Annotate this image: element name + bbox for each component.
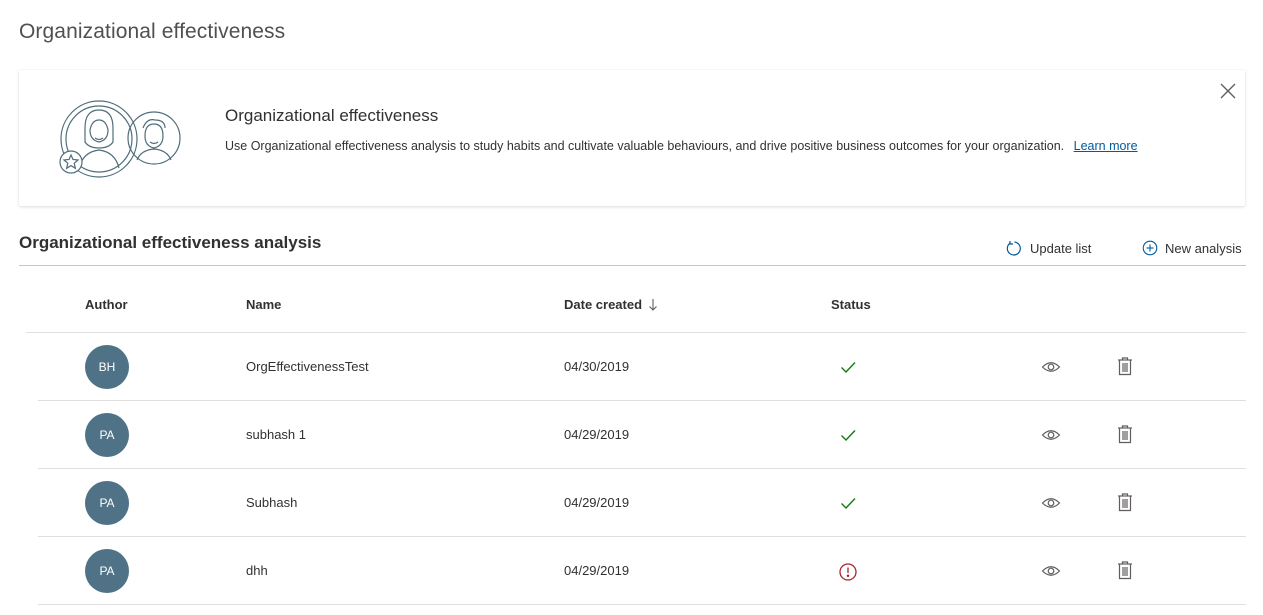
add-circle-icon <box>1142 240 1158 256</box>
row-date: 04/29/2019 <box>564 563 630 578</box>
avatar: BH <box>85 345 129 389</box>
status-indicator <box>838 357 858 377</box>
status-indicator <box>838 425 858 445</box>
row-name[interactable]: Subhash <box>246 495 297 510</box>
status-indicator <box>838 561 858 581</box>
error-icon <box>839 563 857 581</box>
delete-button[interactable] <box>1116 424 1134 444</box>
trash-icon <box>1118 561 1132 580</box>
section-title: Organizational effectiveness analysis <box>19 233 322 252</box>
update-list-label: Update list <box>1030 240 1092 256</box>
row-name[interactable]: subhash 1 <box>246 427 306 442</box>
eye-icon <box>1041 430 1061 440</box>
new-analysis-label: New analysis <box>1165 240 1242 256</box>
section-divider <box>19 265 1246 266</box>
row-date: 04/30/2019 <box>564 359 630 374</box>
view-button[interactable] <box>1041 426 1061 444</box>
table-row[interactable]: BH OrgEffectivenessTest 04/30/2019 <box>38 333 1246 401</box>
row-divider <box>38 604 1246 605</box>
info-banner: Organizational effectiveness Use Organiz… <box>19 70 1245 206</box>
view-button[interactable] <box>1041 494 1061 512</box>
delete-button[interactable] <box>1116 492 1134 512</box>
column-header-date-label: Date created <box>564 297 643 312</box>
close-banner-button[interactable] <box>1217 80 1239 102</box>
row-name[interactable]: dhh <box>246 563 268 578</box>
column-header-name[interactable]: Name <box>246 297 281 312</box>
learn-more-link[interactable]: Learn more <box>1074 139 1138 153</box>
trash-icon <box>1118 493 1132 512</box>
eye-icon <box>1041 362 1061 372</box>
checkmark-icon <box>841 430 856 442</box>
column-header-author[interactable]: Author <box>85 297 128 312</box>
checkmark-icon <box>841 498 856 510</box>
eye-icon <box>1041 566 1061 576</box>
view-button[interactable] <box>1041 358 1061 376</box>
row-date: 04/29/2019 <box>564 495 630 510</box>
trash-icon <box>1118 425 1132 444</box>
avatar: PA <box>85 413 129 457</box>
update-list-button[interactable]: Update list <box>1006 238 1091 258</box>
banner-title: Organizational effectiveness <box>225 106 439 125</box>
avatar: PA <box>85 481 129 525</box>
refresh-icon <box>1006 240 1021 256</box>
view-button[interactable] <box>1041 562 1061 580</box>
arrow-down-icon <box>649 298 657 311</box>
people-illustration-icon <box>57 98 189 180</box>
eye-icon <box>1041 498 1061 508</box>
row-name[interactable]: OrgEffectivenessTest <box>246 359 369 374</box>
delete-button[interactable] <box>1116 560 1134 580</box>
close-icon <box>1220 83 1236 99</box>
delete-button[interactable] <box>1116 356 1134 376</box>
column-header-date[interactable]: Date created <box>564 297 659 312</box>
avatar: PA <box>85 549 129 593</box>
banner-description-text: Use Organizational effectiveness analysi… <box>225 139 1065 153</box>
status-indicator <box>838 493 858 513</box>
trash-icon <box>1118 357 1132 376</box>
banner-description: Use Organizational effectiveness analysi… <box>225 139 1138 153</box>
table-row[interactable]: PA dhh 04/29/2019 <box>38 537 1246 605</box>
new-analysis-button[interactable]: New analysis <box>1142 238 1242 258</box>
table-row[interactable]: PA Subhash 04/29/2019 <box>38 469 1246 537</box>
checkmark-icon <box>841 362 856 374</box>
table-row[interactable]: PA subhash 1 04/29/2019 <box>38 401 1246 469</box>
row-date: 04/29/2019 <box>564 427 630 442</box>
page-title: Organizational effectiveness <box>19 20 286 43</box>
column-header-status[interactable]: Status <box>831 297 871 312</box>
